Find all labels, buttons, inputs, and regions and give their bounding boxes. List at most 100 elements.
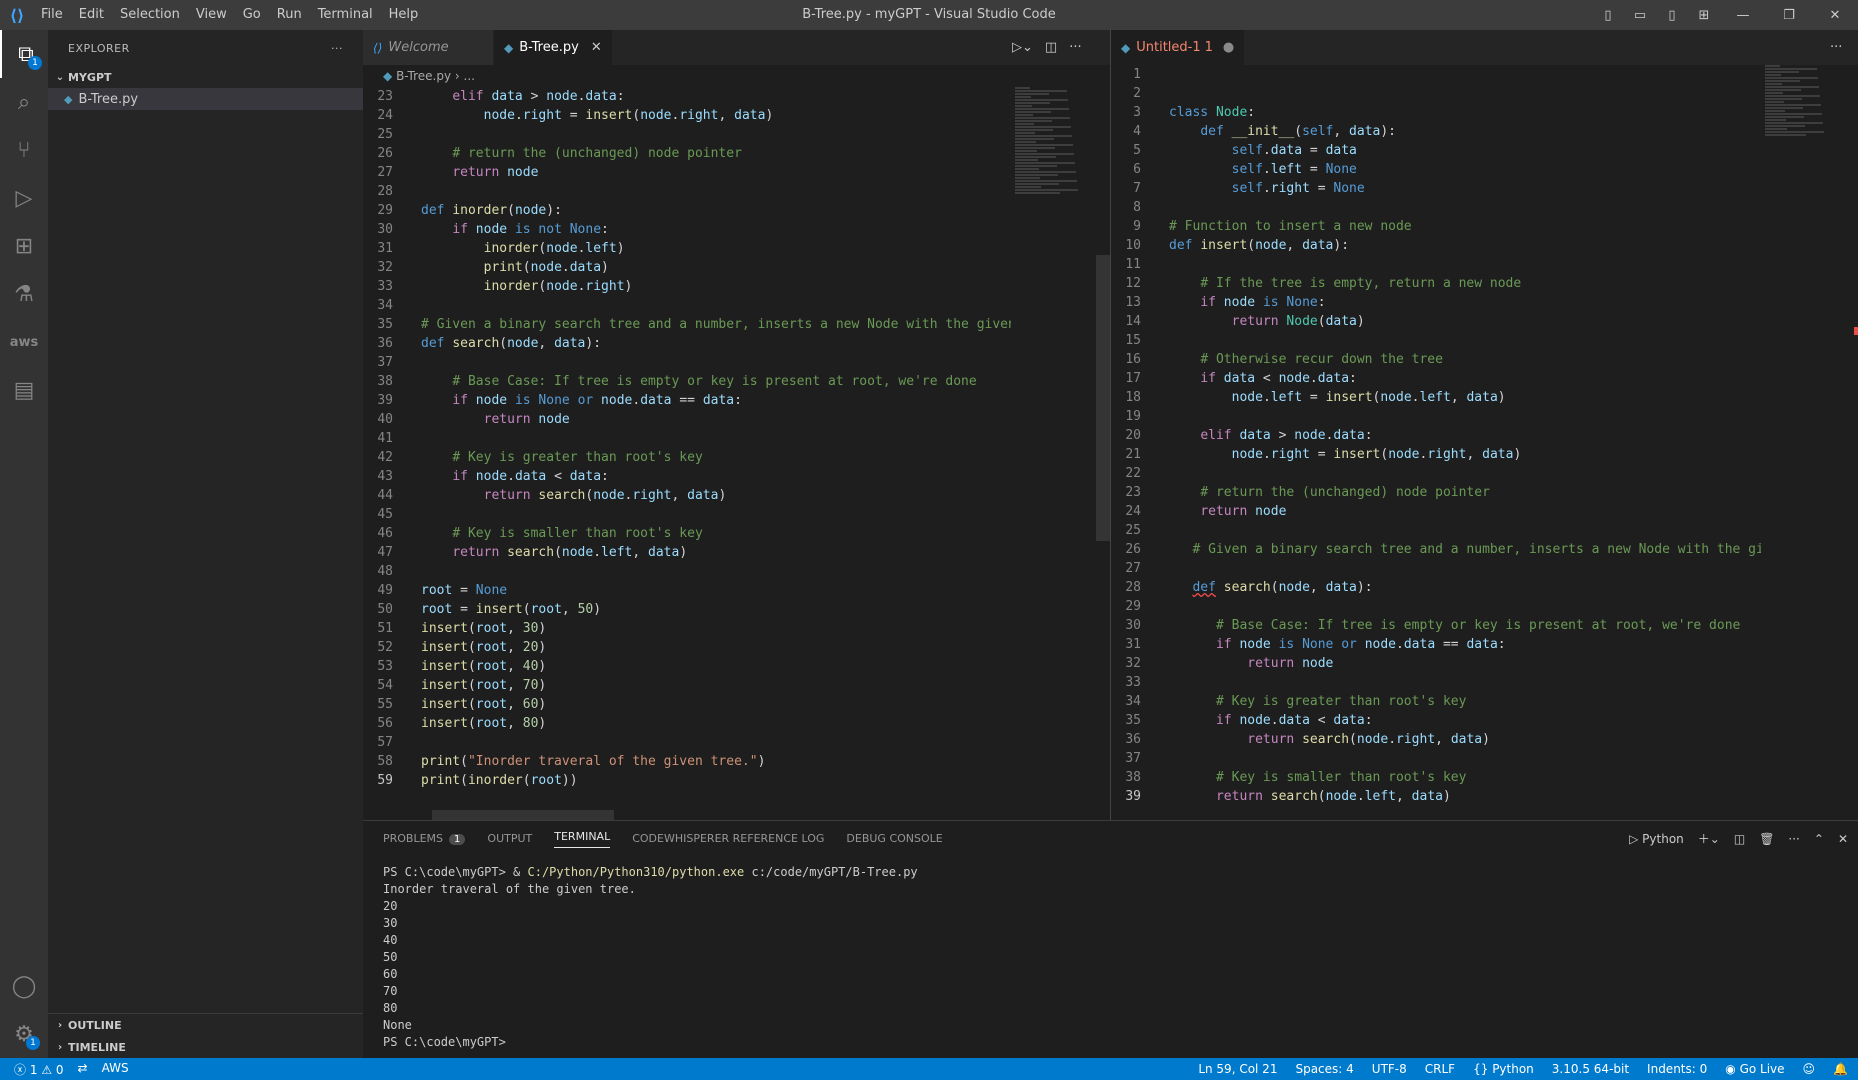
close-panel-icon[interactable]: ✕: [1838, 832, 1848, 846]
code-line[interactable]: 50 root = insert(root, 50): [363, 600, 1011, 619]
file-item[interactable]: ◆ B-Tree.py: [48, 88, 363, 110]
tab-output[interactable]: OUTPUT: [487, 832, 532, 845]
account-icon[interactable]: ◯: [0, 962, 48, 1010]
tab-terminal[interactable]: TERMINAL: [554, 830, 611, 848]
menu-selection[interactable]: Selection: [113, 0, 187, 30]
code-line[interactable]: 25: [1111, 521, 1761, 540]
code-line[interactable]: 29: [1111, 597, 1761, 616]
code-line[interactable]: 28 def search(node, data):: [1111, 578, 1761, 597]
encoding[interactable]: UTF-8: [1372, 1062, 1407, 1076]
tab-btree[interactable]: ◆ B-Tree.py ✕: [494, 30, 613, 65]
notebook-icon[interactable]: ▤: [0, 366, 48, 414]
customize-layout-icon[interactable]: ⊞: [1688, 0, 1720, 30]
indentation[interactable]: Spaces: 4: [1295, 1062, 1353, 1076]
maximize-panel-icon[interactable]: ⌃: [1814, 832, 1824, 846]
menu-help[interactable]: Help: [382, 0, 426, 30]
notifications-bell-icon[interactable]: 🔔: [1833, 1062, 1848, 1076]
explorer-icon[interactable]: ⧉ 1: [0, 30, 50, 78]
code-line[interactable]: 15: [1111, 331, 1761, 350]
menu-terminal[interactable]: Terminal: [311, 0, 380, 30]
code-line[interactable]: 26 # Given a binary search tree and a nu…: [1111, 540, 1761, 559]
extensions-icon[interactable]: ⊞: [0, 222, 48, 270]
tab-codewhisperer-log[interactable]: CODEWHISPERER REFERENCE LOG: [632, 832, 824, 845]
remote-icon[interactable]: ⇄: [78, 1061, 88, 1078]
unsaved-dot-icon[interactable]: ●: [1223, 40, 1234, 55]
kill-terminal-icon[interactable]: 🗑: [1759, 832, 1774, 846]
code-line[interactable]: 3 class Node:: [1111, 103, 1761, 122]
tab-untitled[interactable]: ◆ Untitled-1 1 ●: [1111, 30, 1246, 65]
breadcrumb-symbol[interactable]: ...: [464, 69, 475, 83]
code-line[interactable]: 6 self.left = None: [1111, 160, 1761, 179]
code-line[interactable]: 57: [363, 733, 1011, 752]
aws-status[interactable]: AWS: [102, 1061, 129, 1078]
code-line[interactable]: 29 def inorder(node):: [363, 201, 1011, 220]
menu-file[interactable]: File: [34, 0, 70, 30]
code-line[interactable]: 19: [1111, 407, 1761, 426]
code-line[interactable]: 35 if node.data < data:: [1111, 711, 1761, 730]
code-line[interactable]: 39 return search(node.left, data): [1111, 787, 1761, 806]
code-line[interactable]: 38 # Base Case: If tree is empty or key …: [363, 372, 1011, 391]
code-line[interactable]: 46 # Key is smaller than root's key: [363, 524, 1011, 543]
code-line[interactable]: 33: [1111, 673, 1761, 692]
code-line[interactable]: 1: [1111, 65, 1761, 84]
code-line[interactable]: 30 # Base Case: If tree is empty or key …: [1111, 616, 1761, 635]
code-line[interactable]: 18 node.left = insert(node.left, data): [1111, 388, 1761, 407]
code-line[interactable]: 49 root = None: [363, 581, 1011, 600]
code-line[interactable]: 4 def __init__(self, data):: [1111, 122, 1761, 141]
menu-edit[interactable]: Edit: [72, 0, 111, 30]
feedback-icon[interactable]: ☺: [1803, 1062, 1816, 1076]
code-line[interactable]: 32 print(node.data): [363, 258, 1011, 277]
code-line[interactable]: 14 return Node(data): [1111, 312, 1761, 331]
code-line[interactable]: 2: [1111, 84, 1761, 103]
code-line[interactable]: 52 insert(root, 20): [363, 638, 1011, 657]
more-icon[interactable]: ···: [1788, 832, 1799, 846]
toggle-panel-icon[interactable]: ▭: [1624, 0, 1656, 30]
aws-icon[interactable]: aws: [0, 318, 48, 366]
code-line[interactable]: 53 insert(root, 40): [363, 657, 1011, 676]
testing-icon[interactable]: ⚗: [0, 270, 48, 318]
more-actions-icon[interactable]: ···: [331, 42, 343, 55]
code-line[interactable]: 9 # Function to insert a new node: [1111, 217, 1761, 236]
more-icon[interactable]: ···: [1069, 40, 1081, 55]
close-window-icon[interactable]: ✕: [1812, 0, 1858, 30]
code-line[interactable]: 22: [1111, 464, 1761, 483]
run-file-icon[interactable]: ▷⌄: [1012, 40, 1033, 55]
code-line[interactable]: 43 if node.data < data:: [363, 467, 1011, 486]
code-line[interactable]: 28: [363, 182, 1011, 201]
timeline-section[interactable]: › TIMELINE: [48, 1036, 363, 1058]
code-line[interactable]: 59 print(inorder(root)): [363, 771, 1011, 790]
tab-welcome[interactable]: ⟨⟩ Welcome: [363, 30, 494, 65]
new-terminal-icon[interactable]: ＋⌄: [1698, 830, 1720, 847]
terminal-profile[interactable]: ▷ Python: [1629, 832, 1684, 846]
folder-section[interactable]: ⌄ MYGPT: [48, 66, 363, 88]
outline-section[interactable]: › OUTLINE: [48, 1014, 363, 1036]
code-line[interactable]: 11: [1111, 255, 1761, 274]
right-code-editor[interactable]: 1 2 3 class Node: 4 def __init__(self, data)…: [1111, 65, 1761, 815]
code-line[interactable]: 20 elif data > node.data:: [1111, 426, 1761, 445]
code-line[interactable]: 58 print("Inorder traveral of the given t…: [363, 752, 1011, 771]
run-debug-icon[interactable]: ▷: [0, 174, 48, 222]
toggle-secondary-sidebar-icon[interactable]: ▯: [1656, 0, 1688, 30]
code-line[interactable]: 13 if node is None:: [1111, 293, 1761, 312]
code-line[interactable]: 27 return node: [363, 163, 1011, 182]
code-line[interactable]: 41: [363, 429, 1011, 448]
code-line[interactable]: 25: [363, 125, 1011, 144]
left-minimap[interactable]: [1015, 87, 1095, 207]
breadcrumb-file[interactable]: B-Tree.py: [396, 69, 451, 83]
menu-view[interactable]: View: [189, 0, 234, 30]
code-line[interactable]: 34 # Key is greater than root's key: [1111, 692, 1761, 711]
code-line[interactable]: 44 return search(node.right, data): [363, 486, 1011, 505]
source-control-icon[interactable]: ⑂: [0, 126, 48, 174]
code-line[interactable]: 8: [1111, 198, 1761, 217]
toggle-sidebar-icon[interactable]: ▯: [1592, 0, 1624, 30]
code-line[interactable]: 37: [363, 353, 1011, 372]
split-terminal-icon[interactable]: ◫: [1734, 832, 1745, 846]
code-line[interactable]: 21 node.right = insert(node.right, data): [1111, 445, 1761, 464]
code-line[interactable]: 36 def search(node, data):: [363, 334, 1011, 353]
code-line[interactable]: 27: [1111, 559, 1761, 578]
code-line[interactable]: 45: [363, 505, 1011, 524]
close-tab-icon[interactable]: ✕: [591, 40, 602, 55]
menu-go[interactable]: Go: [236, 0, 268, 30]
code-line[interactable]: 56 insert(root, 80): [363, 714, 1011, 733]
problems-status[interactable]: ⓧ 1 ⚠ 0: [14, 1061, 64, 1078]
